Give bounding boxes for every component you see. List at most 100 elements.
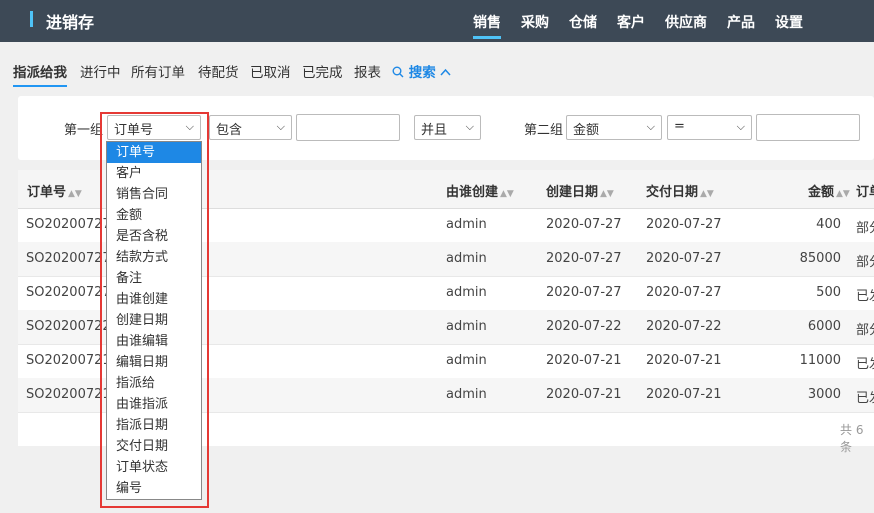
tab-cancelled[interactable]: 已取消	[250, 61, 291, 81]
header-creator[interactable]: 由谁创建 ▲▼	[446, 181, 514, 200]
cell-created-date: 2020-07-27	[546, 217, 622, 232]
group2-operator-value: =	[674, 119, 685, 134]
group2-value-input[interactable]	[756, 114, 860, 141]
cell-created-date: 2020-07-27	[546, 285, 622, 300]
cell-status: 已发	[856, 289, 874, 304]
cell-order-no[interactable]: SO20200721	[26, 353, 111, 368]
header-created-date[interactable]: 创建日期 ▲▼	[546, 181, 614, 200]
cell-delivery-date: 2020-07-22	[646, 319, 722, 334]
sort-icon: ▲▼	[836, 189, 850, 199]
cell-creator: admin	[446, 353, 487, 368]
cell-amount: 85000	[799, 251, 841, 266]
cell-order-no[interactable]: SO20200727	[26, 285, 111, 300]
cell-amount: 6000	[807, 319, 841, 334]
dropdown-option[interactable]: 订单号	[107, 142, 201, 163]
tab-completed[interactable]: 已完成	[302, 61, 343, 81]
chevron-down-icon: ⌵	[185, 120, 194, 133]
dropdown-option[interactable]: 指派日期	[107, 415, 201, 436]
group1-value-input[interactable]	[296, 114, 400, 141]
sort-icon: ▲▼	[600, 189, 614, 199]
tab-assigned-to-me[interactable]: 指派给我	[13, 61, 67, 87]
chevron-down-icon: ⌵	[646, 120, 655, 133]
chevron-down-icon: ⌵	[465, 120, 474, 133]
chevron-down-icon: ⌵	[276, 120, 285, 133]
cell-created-date: 2020-07-22	[546, 319, 622, 334]
chevron-up-icon	[440, 68, 451, 76]
tab-reports[interactable]: 报表	[354, 61, 381, 81]
cell-order-no[interactable]: SO20200727	[26, 251, 111, 266]
group1-field-select[interactable]: 订单号 ⌵	[107, 115, 201, 140]
dropdown-option[interactable]: 由谁指派	[107, 394, 201, 415]
tab-in-progress[interactable]: 进行中	[80, 61, 121, 81]
group2-field-select[interactable]: 金额 ⌵	[566, 115, 662, 140]
top-navbar: 进销存 销售 采购 仓储 客户 供应商 产品 设置	[0, 0, 874, 42]
dropdown-option[interactable]: 编辑日期	[107, 352, 201, 373]
group1-operator-value: 包含	[216, 123, 243, 138]
cell-delivery-date: 2020-07-21	[646, 387, 722, 402]
cell-status: 部分	[856, 255, 874, 270]
cell-order-no[interactable]: SO20200727	[26, 217, 111, 232]
sort-icon: ▲▼	[68, 189, 82, 199]
tab-pending-allocation[interactable]: 待配货	[198, 61, 239, 81]
nav-item-supplier[interactable]: 供应商	[665, 12, 707, 32]
cell-status: 部分	[856, 221, 874, 236]
nav-item-customer[interactable]: 客户	[617, 12, 645, 32]
cell-status: 已发	[856, 391, 874, 406]
search-label: 搜索	[408, 65, 436, 81]
logic-select[interactable]: 并且 ⌵	[414, 115, 481, 140]
pagination-total: 共 6 条	[840, 423, 864, 454]
header-order-no[interactable]: 订单号 ▲▼	[27, 181, 82, 200]
cell-delivery-date: 2020-07-21	[646, 353, 722, 368]
cell-created-date: 2020-07-21	[546, 353, 622, 368]
search-toggle[interactable]: 搜索	[392, 61, 451, 81]
cell-creator: admin	[446, 387, 487, 402]
header-amount[interactable]: 金额 ▲▼	[808, 181, 850, 200]
dropdown-option[interactable]: 指派给	[107, 373, 201, 394]
nav-item-settings[interactable]: 设置	[775, 12, 803, 32]
cell-created-date: 2020-07-21	[546, 387, 622, 402]
logic-value: 并且	[421, 123, 448, 138]
group1-label: 第一组	[64, 123, 104, 138]
cell-creator: admin	[446, 217, 487, 232]
cell-amount: 400	[816, 217, 841, 232]
group2-operator-select[interactable]: = ⌵	[667, 115, 752, 140]
header-status[interactable]: 订单	[856, 181, 874, 200]
dropdown-option[interactable]: 客户	[107, 163, 201, 184]
dropdown-option[interactable]: 备注	[107, 268, 201, 289]
sort-icon: ▲▼	[500, 189, 514, 199]
dropdown-option[interactable]: 创建日期	[107, 310, 201, 331]
order-tabs: 指派给我 进行中 所有订单 待配货 已取消 已完成 报表 搜索	[0, 60, 874, 87]
nav-item-purchase[interactable]: 采购	[521, 12, 549, 32]
chevron-down-icon: ⌵	[736, 120, 745, 133]
dropdown-option[interactable]: 由谁编辑	[107, 331, 201, 352]
field-dropdown-list: 订单号 客户 销售合同 金额 是否含税 结款方式 备注 由谁创建 创建日期 由谁…	[106, 141, 202, 500]
brand-accent-bar	[30, 11, 33, 27]
cell-created-date: 2020-07-27	[546, 251, 622, 266]
cell-order-no[interactable]: SO20200722	[26, 319, 111, 334]
app-title: 进销存	[46, 13, 95, 32]
dropdown-option[interactable]: 结款方式	[107, 247, 201, 268]
cell-creator: admin	[446, 319, 487, 334]
nav-item-warehouse[interactable]: 仓储	[569, 12, 597, 32]
dropdown-option[interactable]: 销售合同	[107, 184, 201, 205]
dropdown-option[interactable]: 编号	[107, 478, 201, 499]
dropdown-option[interactable]: 由谁创建	[107, 289, 201, 310]
cell-order-no[interactable]: SO20200721	[26, 387, 111, 402]
cell-delivery-date: 2020-07-27	[646, 285, 722, 300]
nav-item-product[interactable]: 产品	[727, 12, 755, 32]
cell-amount: 11000	[799, 353, 841, 368]
cell-delivery-date: 2020-07-27	[646, 217, 722, 232]
header-delivery-date[interactable]: 交付日期 ▲▼	[646, 181, 714, 200]
cell-amount: 3000	[807, 387, 841, 402]
dropdown-option[interactable]: 订单状态	[107, 457, 201, 478]
nav-item-sales[interactable]: 销售	[473, 12, 501, 39]
sort-icon: ▲▼	[700, 189, 714, 199]
group1-field-value: 订单号	[114, 123, 154, 138]
tab-all-orders[interactable]: 所有订单	[131, 61, 185, 81]
group1-operator-select[interactable]: 包含 ⌵	[209, 115, 292, 140]
group2-field-value: 金额	[573, 123, 600, 138]
cell-amount: 500	[816, 285, 841, 300]
dropdown-option[interactable]: 交付日期	[107, 436, 201, 457]
dropdown-option[interactable]: 金额	[107, 205, 201, 226]
dropdown-option[interactable]: 是否含税	[107, 226, 201, 247]
